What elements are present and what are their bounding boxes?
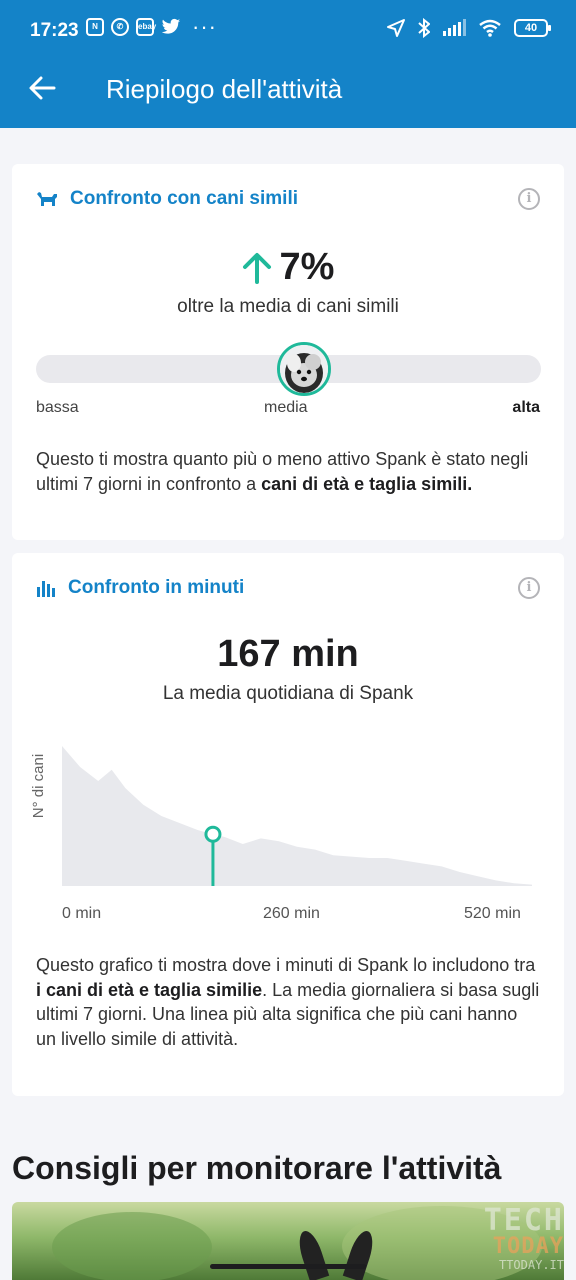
dog-avatar bbox=[276, 342, 331, 396]
minutes-description: Questo grafico ti mostra dove i minuti d… bbox=[36, 953, 542, 1051]
bar-chart-icon bbox=[37, 581, 55, 597]
system-icons: 40 bbox=[386, 18, 551, 38]
signal-icon bbox=[443, 19, 466, 36]
similar-dogs-title: Confronto con cani simili bbox=[70, 188, 299, 209]
more-dots-icon: ··· bbox=[192, 14, 217, 39]
similar-dogs-description: Questo ti mostra quanto più o meno attiv… bbox=[36, 447, 542, 496]
arrow-up-icon bbox=[242, 252, 271, 284]
watermark-line-2: TODAY bbox=[492, 1234, 564, 1259]
minutes-card: Confronto in minuti i 167 min La media q… bbox=[12, 553, 564, 1096]
bluetooth-icon bbox=[418, 18, 430, 38]
whatsapp-icon: ✆ bbox=[111, 18, 129, 36]
percent-row: 7% bbox=[12, 246, 564, 289]
description-bold-text: i cani di età e taglia similie bbox=[36, 979, 263, 1000]
minutes-header: Confronto in minuti bbox=[36, 577, 244, 599]
watermark-line-1: TECH bbox=[483, 1203, 564, 1238]
scale-low-label: bassa bbox=[36, 399, 79, 416]
wifi-icon bbox=[479, 19, 501, 37]
percent-value: 7% bbox=[279, 246, 335, 288]
info-icon[interactable]: i bbox=[518, 577, 540, 599]
chart-y-axis-label: N° di cani bbox=[30, 753, 47, 819]
watermark-line-3: TTODAY.IT bbox=[498, 1258, 564, 1272]
distribution-area bbox=[62, 746, 532, 886]
page-title: Riepilogo dell'attività bbox=[106, 74, 343, 104]
nfc-icon: N bbox=[86, 18, 104, 36]
location-icon bbox=[387, 19, 405, 37]
spank-marker-point bbox=[204, 825, 222, 843]
scale-high-label: alta bbox=[512, 399, 540, 416]
minutes-value: 167 min bbox=[217, 633, 359, 675]
activity-distribution-chart bbox=[62, 746, 532, 886]
battery-icon: 40 bbox=[514, 19, 551, 37]
x-tick-label: 260 min bbox=[263, 905, 320, 922]
ebay-icon: ebay bbox=[136, 18, 156, 36]
app-bar: Riepilogo dell'attività bbox=[0, 62, 576, 128]
gesture-nav-handle[interactable] bbox=[210, 1264, 366, 1269]
dog-icon bbox=[37, 192, 57, 206]
back-arrow-icon[interactable] bbox=[26, 72, 58, 104]
scale-mid-label: media bbox=[264, 399, 308, 416]
info-icon[interactable]: i bbox=[518, 188, 540, 210]
watermark-logo: TECH TODAY TTODAY.IT bbox=[483, 1203, 564, 1273]
minutes-subtitle: La media quotidiana di Spank bbox=[162, 683, 414, 704]
similar-dogs-card: Confronto con cani simili i 7% oltre la … bbox=[12, 164, 564, 540]
x-tick-label: 0 min bbox=[62, 905, 102, 922]
status-bar: 17:23 N ✆ ebay ··· 40 bbox=[0, 0, 576, 62]
twitter-icon bbox=[161, 18, 181, 34]
description-bold-text: cani di età e taglia simili. bbox=[261, 473, 473, 494]
status-time: 17:23 bbox=[30, 20, 79, 41]
x-tick-label: 520 min bbox=[464, 905, 521, 922]
tips-section-title: Consigli per monitorare l'attività bbox=[12, 1150, 502, 1186]
description-text: Questo grafico ti mostra dove i minuti d… bbox=[36, 955, 536, 975]
percent-subtitle: oltre la media di cani simili bbox=[177, 296, 399, 317]
notification-icons: N ✆ ebay ··· bbox=[86, 14, 217, 39]
minutes-title: Confronto in minuti bbox=[68, 577, 245, 598]
similar-dogs-header: Confronto con cani simili bbox=[36, 188, 298, 210]
